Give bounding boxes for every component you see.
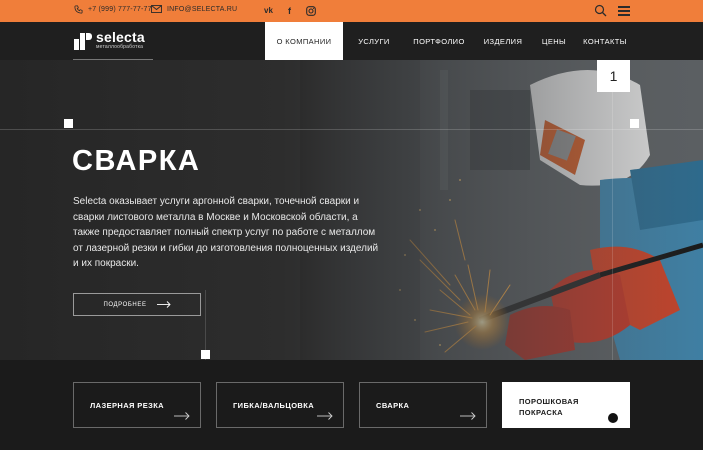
nav-item-about[interactable]: О КОМПАНИИ xyxy=(265,22,343,60)
service-card-laser-cutting[interactable]: ЛАЗЕРНАЯ РЕЗКА xyxy=(73,382,201,428)
phone-contact[interactable]: +7 (999) 777-77-77 xyxy=(74,5,152,14)
service-card-label: ЛАЗЕРНАЯ РЕЗКА xyxy=(90,401,164,410)
facebook-icon[interactable]: f xyxy=(283,4,296,17)
arrow-right-icon xyxy=(460,412,476,420)
phone-number: +7 (999) 777-77-77 xyxy=(88,6,152,13)
hero-title: СВАРКА xyxy=(72,145,201,177)
nav-item-products[interactable]: ИЗДЕЛИЯ xyxy=(473,22,533,60)
logo-name: selecta xyxy=(96,28,145,45)
decor-horizontal-line xyxy=(0,129,703,130)
service-card-label-line: ПОРОШКОВАЯ xyxy=(519,397,579,406)
service-card-welding[interactable]: СВАРКА xyxy=(359,382,487,428)
arrow-right-icon xyxy=(156,301,171,308)
hero-slider: 1 СВАРКА Selecta оказывает услуги аргонн… xyxy=(0,60,703,360)
service-card-label: ГИБКА/ВАЛЬЦОВКА xyxy=(233,401,315,410)
service-card-bending[interactable]: ГИБКА/ВАЛЬЦОВКА xyxy=(216,382,344,428)
more-button-label: ПОДРОБНЕЕ xyxy=(103,301,147,308)
email-contact[interactable]: INFO@SELECTA.RU xyxy=(151,5,237,13)
top-bar: +7 (999) 777-77-77 INFO@SELECTA.RU vk f xyxy=(0,0,703,22)
nav-item-portfolio[interactable]: ПОРТФОЛИО xyxy=(405,22,473,60)
social-links: vk f xyxy=(262,4,317,17)
main-navbar: selecta металлообработка О КОМПАНИИ УСЛУ… xyxy=(0,22,703,60)
decor-square xyxy=(64,119,73,128)
active-dot-icon xyxy=(608,413,618,423)
decor-vertical-line xyxy=(612,60,613,360)
nav-item-prices[interactable]: ЦЕНЫ xyxy=(533,22,575,60)
service-card-label: СВАРКА xyxy=(376,401,410,410)
hamburger-menu-icon[interactable] xyxy=(618,6,630,16)
hero-description: Selecta оказывает услуги аргонной сварки… xyxy=(73,196,379,270)
phone-icon xyxy=(74,5,83,14)
service-card-powder-coating[interactable]: ПОРОШКОВАЯ ПОКРАСКА xyxy=(502,382,630,428)
nav-item-services[interactable]: УСЛУГИ xyxy=(343,22,405,60)
arrow-right-icon xyxy=(317,412,333,420)
services-strip: ЛАЗЕРНАЯ РЕЗКА ГИБКА/ВАЛЬЦОВКА СВАРКА ПО… xyxy=(0,360,703,450)
main-menu: О КОМПАНИИ УСЛУГИ ПОРТФОЛИО ИЗДЕЛИЯ ЦЕНЫ… xyxy=(265,22,635,60)
logo-subtitle: металлообработка xyxy=(96,43,144,50)
instagram-icon[interactable] xyxy=(304,4,317,17)
logo[interactable]: selecta металлообработка xyxy=(73,30,145,50)
slide-number: 1 xyxy=(597,60,630,92)
decor-square xyxy=(201,350,210,359)
decor-square xyxy=(630,119,639,128)
service-card-label-line: ПОКРАСКА xyxy=(519,408,563,417)
service-card-label: ПОРОШКОВАЯ ПОКРАСКА xyxy=(519,396,579,418)
more-button[interactable]: ПОДРОБНЕЕ xyxy=(73,293,201,316)
email-address: INFO@SELECTA.RU xyxy=(167,5,238,13)
search-icon[interactable] xyxy=(594,4,607,22)
logo-mark-icon xyxy=(73,30,93,50)
mail-icon xyxy=(151,5,162,13)
vk-icon[interactable]: vk xyxy=(262,4,275,17)
nav-item-contacts[interactable]: КОНТАКТЫ xyxy=(575,22,635,60)
arrow-right-icon xyxy=(174,412,190,420)
